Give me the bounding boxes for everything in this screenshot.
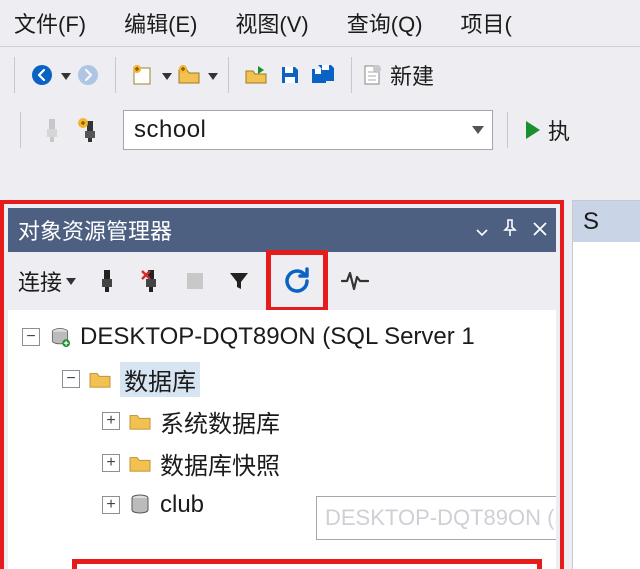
nav-back-button[interactable] [25, 56, 59, 94]
toolbar-separator [14, 57, 15, 93]
server-icon [48, 327, 72, 347]
oe-connect-button[interactable]: 连接 [14, 265, 80, 297]
oe-connect-label: 连接 [18, 265, 62, 297]
oe-stop-button [178, 264, 212, 298]
close-icon[interactable] [532, 217, 548, 243]
tree-snapshots-node[interactable]: + 数据库快照 [8, 442, 556, 484]
nav-forward-button[interactable] [71, 56, 105, 94]
tree-db-club-node[interactable]: + club [8, 484, 556, 526]
folder-icon [128, 453, 152, 473]
toolbar-separator [351, 57, 352, 93]
menu-project[interactable]: 项目( [461, 7, 512, 39]
object-explorer-header: 对象资源管理器 [8, 208, 556, 252]
chevron-down-icon [66, 278, 76, 285]
oe-filter-button[interactable] [222, 264, 256, 298]
menu-view[interactable]: 视图(V) [235, 7, 308, 39]
tree-server-label: DESKTOP-DQT89ON (SQL Server 1 [80, 323, 475, 351]
new-build-label: 新建 [390, 59, 434, 91]
oe-connect-icon[interactable] [90, 264, 124, 298]
toolbar-separator [20, 112, 21, 148]
database-selector-value: school [134, 116, 206, 144]
database-icon [128, 493, 152, 517]
panel-title: 对象资源管理器 [18, 214, 172, 246]
right-panel-header: S [573, 200, 640, 242]
toolbar-separator [115, 57, 116, 93]
toolbar-separator [228, 57, 229, 93]
open-file-button[interactable] [172, 56, 206, 94]
highlight-box-bottom [72, 559, 542, 569]
expand-icon[interactable]: + [102, 454, 120, 472]
collapse-icon[interactable]: − [22, 328, 40, 346]
open-project-button[interactable] [239, 56, 273, 94]
menu-edit[interactable]: 编辑(E) [124, 7, 197, 39]
save-button[interactable] [273, 56, 307, 94]
tree-sysdb-label: 系统数据库 [160, 404, 280, 439]
change-connection-btn[interactable] [73, 111, 107, 149]
object-explorer-region: 对象资源管理器 连接 [0, 200, 564, 569]
right-panel-fragment: S [572, 200, 640, 569]
right-panel-body [573, 242, 640, 569]
chevron-down-icon [472, 126, 484, 134]
tree-db-club-label: club [160, 491, 204, 519]
refresh-highlight-box [266, 250, 328, 312]
standard-toolbar: 新建 [0, 46, 640, 102]
menu-query[interactable]: 查询(Q) [347, 7, 423, 39]
toolbar-separator [507, 112, 508, 148]
expand-icon[interactable]: + [102, 496, 120, 514]
tree-snapshots-label: 数据库快照 [160, 446, 280, 481]
oe-activity-monitor-button[interactable] [338, 264, 372, 298]
sql-toolbar: school 执 [0, 102, 640, 158]
connect-btn[interactable] [35, 111, 69, 149]
tree-server-node[interactable]: − DESKTOP-DQT89ON (SQL Server 1 [8, 316, 556, 358]
tree-databases-node[interactable]: − 数据库 [8, 358, 556, 400]
execute-label: 执 [548, 114, 570, 146]
tree-databases-label: 数据库 [120, 362, 200, 397]
right-panel-letter: S [583, 208, 599, 236]
object-explorer-tree[interactable]: − DESKTOP-DQT89ON (SQL Server 1 − 数据库 + … [8, 310, 556, 569]
main-menubar: 文件(F) 编辑(E) 视图(V) 查询(Q) 项目( [0, 0, 640, 46]
execute-button[interactable] [522, 111, 544, 149]
new-query-caret[interactable] [162, 63, 172, 86]
folder-icon [128, 411, 152, 431]
open-file-caret[interactable] [208, 63, 218, 86]
new-query-button[interactable] [126, 56, 160, 94]
object-explorer-toolbar: 连接 [8, 252, 556, 310]
new-build-button[interactable]: 新建 [362, 59, 434, 91]
refresh-button[interactable] [280, 264, 314, 298]
folder-icon [88, 369, 112, 389]
save-all-button[interactable] [307, 56, 341, 94]
panel-options-caret[interactable] [476, 217, 488, 243]
tree-sysdb-node[interactable]: + 系统数据库 [8, 400, 556, 442]
collapse-icon[interactable]: − [62, 370, 80, 388]
menu-file[interactable]: 文件(F) [14, 7, 86, 39]
nav-back-caret[interactable] [61, 63, 71, 86]
database-selector[interactable]: school [123, 110, 493, 150]
expand-icon[interactable]: + [102, 412, 120, 430]
pin-icon[interactable] [502, 217, 518, 243]
oe-disconnect-icon[interactable] [134, 264, 168, 298]
